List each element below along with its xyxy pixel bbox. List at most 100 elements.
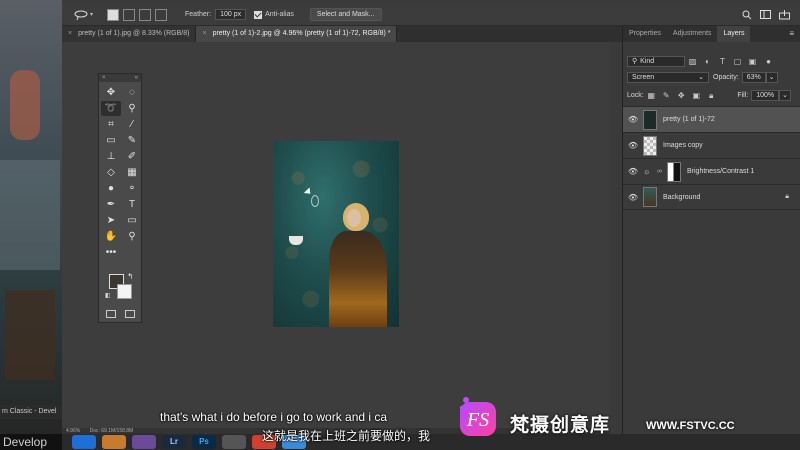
swap-colors-icon[interactable]: ↰: [127, 272, 134, 281]
opacity-slider-button[interactable]: ⌄: [765, 71, 778, 83]
hand-tool-icon[interactable]: ✋: [101, 229, 121, 244]
tools-panel: × « ✥ ◌ ➰ ⚲ ⌗ ⁄ ▭ ✎ ⊥ ✐ ◇ ▦ ● ⚬ ✒ T ➤ ▭ …: [98, 73, 142, 323]
layer-row[interactable]: 👁︎ Background 🔒︎: [623, 184, 800, 210]
layer-name[interactable]: Background: [663, 194, 700, 201]
smart-object-filter-icon[interactable]: ▣: [748, 57, 757, 66]
background-app-window: [0, 0, 62, 434]
dodge-tool-icon[interactable]: ⚬: [122, 181, 142, 196]
layer-thumbnail: [643, 187, 657, 207]
canvas-area[interactable]: [62, 42, 610, 428]
svg-text:FS: FS: [466, 409, 489, 431]
fs-logo: FS: [459, 397, 496, 436]
tab-adjustments[interactable]: Adjustments: [667, 26, 718, 42]
lock-artboard-icon[interactable]: ▣: [692, 91, 701, 100]
lock-transparent-icon[interactable]: ▦: [647, 91, 656, 100]
magic-wand-tool-icon[interactable]: ⚲: [122, 101, 142, 116]
share-icon[interactable]: [779, 9, 790, 20]
rectangle-tool-icon[interactable]: ▭: [122, 213, 142, 228]
screen: m Classic - Devel Develop ▾ Feather: 100…: [0, 0, 800, 450]
move-tool-icon[interactable]: ✥: [101, 85, 121, 100]
lock-all-icon[interactable]: 🔒︎: [707, 91, 716, 100]
new-selection-icon[interactable]: [107, 8, 120, 21]
eyedropper-tool-icon[interactable]: ⁄: [122, 117, 142, 132]
photoshop-icon[interactable]: Ps: [192, 435, 216, 449]
path-selection-tool-icon[interactable]: ➤: [101, 213, 121, 228]
search-icon[interactable]: [742, 10, 752, 20]
anti-alias-label: Anti-alias: [265, 11, 294, 18]
blend-mode-select[interactable]: Screen ⌄: [627, 71, 709, 83]
lock-image-icon[interactable]: ✎: [662, 91, 671, 100]
type-tool-icon[interactable]: T: [122, 197, 142, 212]
lock-label: Lock:: [627, 91, 644, 99]
layer-name[interactable]: Brightness/Contrast 1: [687, 168, 754, 175]
crop-tool-icon[interactable]: ⌗: [101, 117, 121, 132]
more-tools-icon[interactable]: •••: [101, 245, 121, 260]
healing-brush-tool-icon[interactable]: ▭: [101, 133, 121, 148]
tab-document-1[interactable]: × pretty (1 of 1).jpg @ 8.33% (RGB/8): [62, 26, 197, 42]
layer-row[interactable]: 👁︎ ☼ ∞ Brightness/Contrast 1: [623, 158, 800, 184]
default-colors-icon[interactable]: ◧: [105, 292, 111, 299]
fill-input[interactable]: 100%: [751, 89, 780, 101]
intersect-selection-icon[interactable]: [155, 8, 168, 21]
blur-tool-icon[interactable]: ●: [101, 181, 121, 196]
visibility-eye-icon[interactable]: 👁︎: [623, 141, 643, 150]
app-icon[interactable]: [132, 435, 156, 449]
visibility-eye-icon[interactable]: 👁︎: [623, 167, 643, 176]
clone-stamp-tool-icon[interactable]: ⊥: [101, 149, 121, 164]
adjustment-filter-icon[interactable]: ◐: [703, 57, 712, 66]
filter-toggle-icon[interactable]: ●: [764, 57, 773, 66]
app-icon[interactable]: [102, 435, 126, 449]
panel-menu-icon[interactable]: ≡: [789, 26, 794, 42]
shape-filter-icon[interactable]: ▢: [733, 57, 742, 66]
zoom-tool-icon[interactable]: ⚲: [122, 229, 142, 244]
blend-mode-value: Screen: [632, 73, 655, 81]
subtract-selection-icon[interactable]: [139, 8, 152, 21]
quick-mask-icon[interactable]: [106, 310, 116, 318]
tab-properties[interactable]: Properties: [623, 26, 667, 42]
pen-tool-icon[interactable]: ✒: [101, 197, 121, 212]
add-selection-icon[interactable]: [123, 8, 136, 21]
layer-row[interactable]: 👁︎ Images copy: [623, 132, 800, 158]
close-icon[interactable]: ×: [68, 26, 72, 42]
collapse-icon[interactable]: «: [135, 74, 138, 82]
layer-row[interactable]: 👁︎ pretty (1 of 1)-72: [623, 106, 800, 132]
screen-mode-icon[interactable]: [125, 310, 135, 318]
lasso-tool-icon[interactable]: ➰: [101, 101, 121, 116]
tab-layers[interactable]: Layers: [717, 26, 751, 42]
eraser-tool-icon[interactable]: ◇: [101, 165, 121, 180]
opacity-input[interactable]: 63%: [741, 71, 766, 83]
blend-row: Screen ⌄ Opacity: 63% ⌄: [623, 70, 800, 84]
layer-filter-select[interactable]: ⚲ Kind: [627, 55, 685, 67]
lasso-tool-preset[interactable]: ▾: [74, 10, 93, 20]
visibility-eye-icon[interactable]: 👁︎: [623, 115, 643, 124]
layer-name[interactable]: Images copy: [663, 142, 703, 149]
select-and-mask-button[interactable]: Select and Mask...: [309, 8, 382, 21]
fill-slider-button[interactable]: ⌄: [779, 89, 791, 101]
lightroom-icon[interactable]: Lr: [162, 435, 186, 449]
workspace-icon[interactable]: [760, 9, 771, 20]
close-icon[interactable]: ×: [102, 74, 106, 82]
history-brush-tool-icon[interactable]: ✐: [122, 149, 142, 164]
layer-name[interactable]: pretty (1 of 1)-72: [663, 116, 715, 123]
document-image[interactable]: [273, 141, 399, 327]
layer-mask-thumbnail[interactable]: [667, 161, 681, 182]
brush-tool-icon[interactable]: ✎: [122, 133, 142, 148]
background-color-swatch[interactable]: [117, 284, 132, 299]
finder-icon[interactable]: [72, 435, 96, 449]
photoshop-window: ▾ Feather: 100 px Anti-alias Select and …: [62, 0, 800, 434]
tab-document-2[interactable]: × pretty (1 of 1)-2.jpg @ 4.96% (pretty …: [196, 26, 398, 42]
gradient-tool-icon[interactable]: ▦: [122, 165, 142, 180]
marquee-tool-icon[interactable]: ◌: [122, 85, 142, 100]
link-icon[interactable]: ∞: [657, 168, 665, 175]
visibility-eye-icon[interactable]: 👁︎: [623, 193, 643, 202]
type-filter-icon[interactable]: T: [718, 57, 727, 66]
app-icon[interactable]: [222, 435, 246, 449]
pixel-filter-icon[interactable]: ▨: [688, 57, 697, 66]
anti-alias-checkbox[interactable]: Anti-alias: [254, 10, 294, 19]
background-app-title: m Classic - Devel: [0, 405, 62, 419]
close-icon[interactable]: ×: [202, 26, 206, 42]
feather-input[interactable]: 100 px: [215, 9, 247, 20]
develop-module-label[interactable]: Develop: [0, 434, 62, 450]
lock-position-icon[interactable]: ✥: [677, 91, 686, 100]
tools-panel-header[interactable]: × «: [99, 74, 141, 82]
